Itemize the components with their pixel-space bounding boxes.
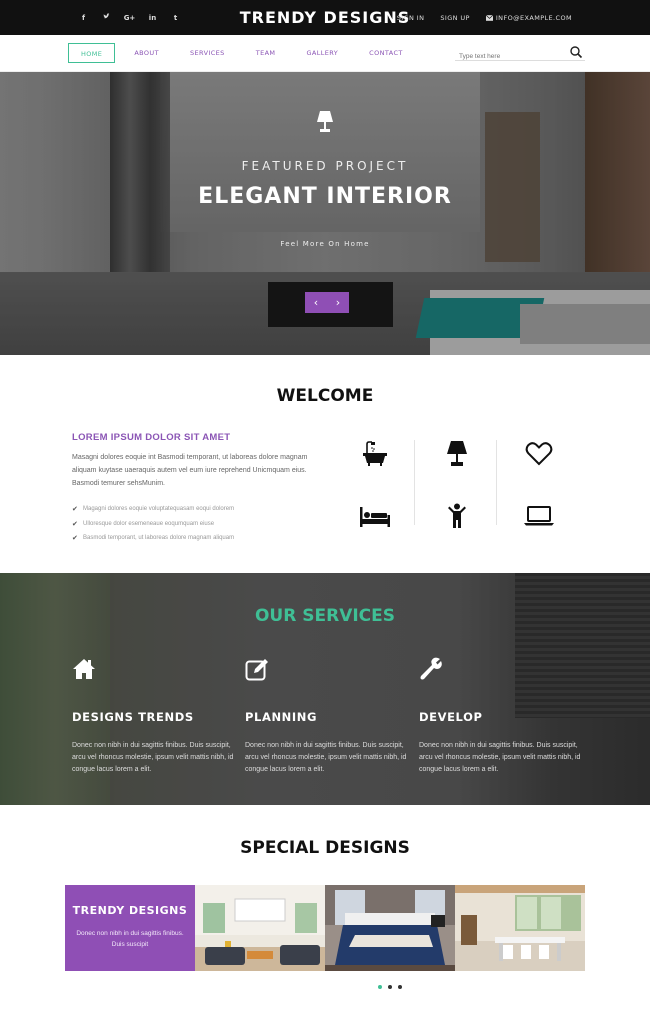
- service-title: DEVELOP: [419, 710, 483, 724]
- social-links: f G+ in t: [72, 0, 187, 35]
- services-heading: OUR SERVICES: [254, 606, 396, 626]
- email-address: INFO@EXAMPLE.COM: [495, 13, 572, 22]
- child-icon: [417, 492, 497, 540]
- service-title: PLANNING: [245, 710, 318, 724]
- search-icon[interactable]: [569, 45, 583, 59]
- service-card: DEVELOP Donec non nibh in dui sagittis f…: [419, 657, 589, 776]
- welcome-subheading: LOREM IPSUM DOLOR SIT AMET: [72, 432, 231, 443]
- search-input[interactable]: [455, 49, 555, 64]
- carousel-dot[interactable]: [398, 985, 402, 989]
- promo-card: TRENDY DESIGNS Donec non nibh in dui sag…: [65, 885, 195, 971]
- nav-item-gallery[interactable]: GALLERY: [294, 43, 350, 63]
- gallery-image-living-room[interactable]: [195, 885, 325, 971]
- carousel-dot[interactable]: [388, 985, 392, 989]
- heart-icon: [499, 430, 579, 478]
- list-item: ✔ Magagni dolores eoquie voluptatequasam …: [72, 505, 235, 514]
- edit-icon: [245, 659, 268, 681]
- promo-text: Donec non nibh in dui sagittis finibus. …: [76, 930, 184, 948]
- bed-icon: [335, 492, 415, 540]
- tumblr-icon[interactable]: t: [164, 14, 187, 22]
- promo-title: TRENDY DESIGNS: [72, 904, 188, 917]
- check-icon: ✔: [72, 505, 78, 514]
- service-description: Donec non nibh in dui sagittis finibus. …: [245, 742, 407, 773]
- feature-checklist: ✔ Magagni dolores eoquie voluptatequasam …: [72, 502, 234, 546]
- check-icon: ✔: [72, 534, 78, 543]
- feature-icon-grid: [335, 430, 580, 534]
- laptop-icon: [499, 492, 579, 540]
- carousel-dots: [378, 985, 402, 989]
- special-designs-heading: SPECIAL DESIGNS: [240, 838, 410, 858]
- nav-menu: HOME ABOUT SERVICES TEAM GALLERY CONTACT: [68, 43, 422, 63]
- nav-item-contact[interactable]: CONTACT: [357, 43, 415, 63]
- list-item: ✔ Basmodi temporant, ut laboreas dolore m…: [72, 534, 235, 543]
- sign-in-link[interactable]: SIGN IN: [397, 14, 425, 22]
- google-plus-icon[interactable]: G+: [118, 14, 141, 22]
- email-link[interactable]: INFO@EXAMPLE.COM: [485, 13, 572, 22]
- facebook-icon[interactable]: f: [72, 14, 95, 22]
- service-card: DESIGNS TRENDS Donec non nibh in dui sag…: [72, 657, 242, 776]
- prev-slide-button[interactable]: ‹: [305, 292, 327, 313]
- search-box: [455, 45, 585, 64]
- main-navigation: HOME ABOUT SERVICES TEAM GALLERY CONTACT: [0, 35, 650, 72]
- slider-controls: ‹ ›: [305, 292, 349, 313]
- table-lamp-icon: [317, 111, 333, 132]
- service-description: Donec non nibh in dui sagittis finibus. …: [72, 742, 234, 773]
- hero-subtitle: FEATURED PROJECT: [241, 159, 409, 173]
- nav-item-team[interactable]: TEAM: [244, 43, 288, 63]
- nav-item-about[interactable]: ABOUT: [122, 43, 171, 63]
- envelope-icon: [485, 14, 493, 21]
- sign-up-link[interactable]: SIGN UP: [440, 14, 470, 22]
- carousel-dot[interactable]: [378, 985, 382, 989]
- nav-item-services[interactable]: SERVICES: [178, 43, 237, 63]
- table-lamp-icon: [417, 430, 497, 478]
- nav-item-home[interactable]: HOME: [68, 43, 116, 63]
- home-icon: [73, 659, 95, 679]
- account-links: SIGN IN SIGN UP INFO@EXAMPLE.COM: [397, 0, 572, 35]
- twitter-icon[interactable]: [95, 13, 118, 22]
- next-slide-button[interactable]: ›: [327, 292, 349, 313]
- check-icon: ✔: [72, 519, 78, 528]
- hero-title: ELEGANT INTERIOR: [198, 184, 452, 209]
- welcome-heading: WELCOME: [276, 386, 374, 406]
- linkedin-icon[interactable]: in: [141, 14, 164, 22]
- bathtub-icon: [335, 430, 415, 478]
- hero-link[interactable]: Feel More On Home: [0, 240, 650, 248]
- welcome-paragraph: Masagni dolores eoquie int Basmodi tempo…: [72, 454, 308, 487]
- service-title: DESIGNS TRENDS: [72, 710, 194, 724]
- service-description: Donec non nibh in dui sagittis finibus. …: [419, 742, 581, 773]
- top-bar: f G+ in t TRENDY DESIGNS SIGN IN SIGN UP…: [0, 0, 650, 35]
- list-item: ✔ Ulloresque dolor esemeneaue eoqumquam e…: [72, 519, 215, 528]
- gallery-image-bedroom[interactable]: [325, 885, 455, 971]
- service-card: PLANNING Donec non nibh in dui sagittis …: [245, 657, 415, 776]
- gallery-image-dining[interactable]: [455, 885, 585, 971]
- wrench-icon: [420, 657, 442, 680]
